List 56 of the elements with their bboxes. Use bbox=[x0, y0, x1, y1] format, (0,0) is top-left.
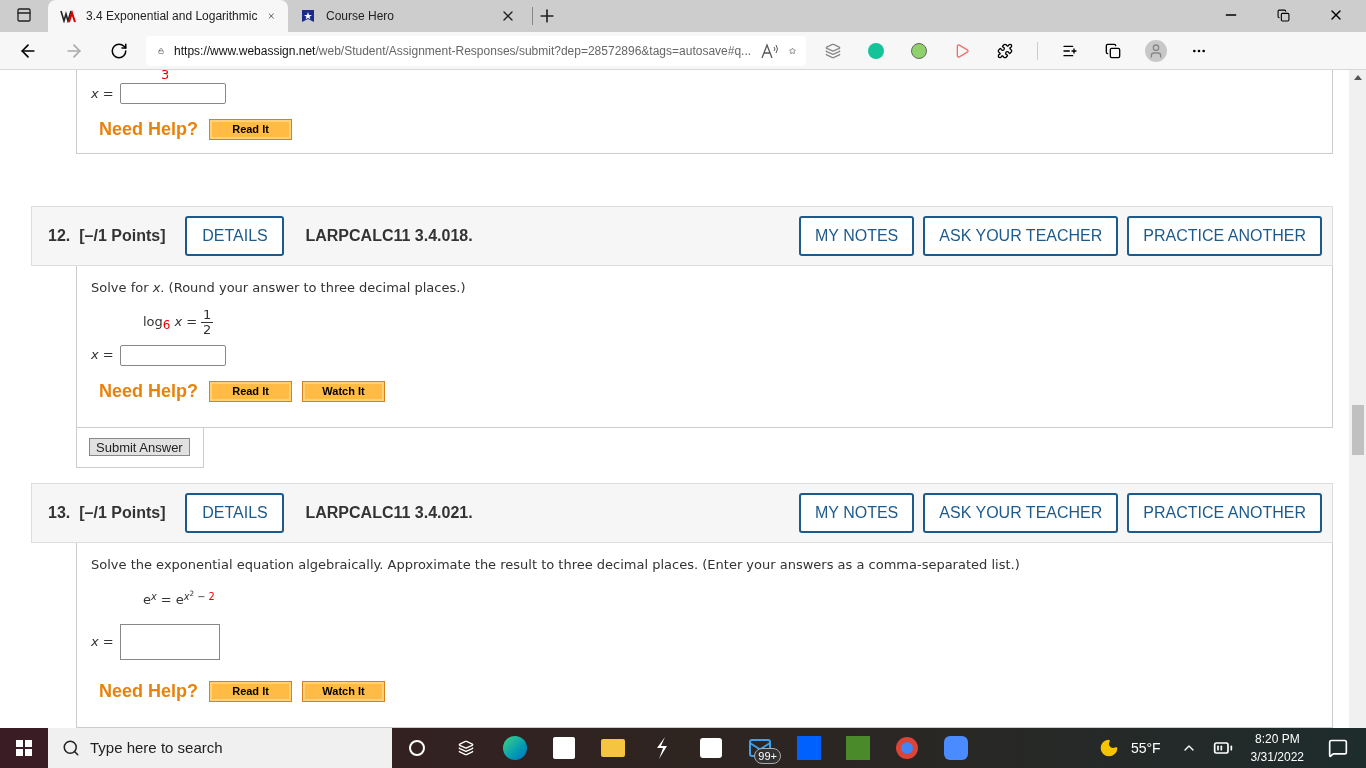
scrollbar[interactable] bbox=[1349, 70, 1366, 728]
question-prompt: Solve for x. (Round your answer to three decimal places.) bbox=[91, 279, 467, 298]
details-button[interactable]: DETAILS bbox=[185, 493, 285, 533]
action-button[interactable]: MY NOTES bbox=[799, 493, 915, 533]
question-number: 13. bbox=[48, 503, 71, 523]
answer-label: x = bbox=[91, 84, 114, 103]
browser-tab[interactable]: Course Hero bbox=[288, 0, 528, 32]
problem-code: LARPCALC11 3.4.021. bbox=[305, 503, 473, 523]
help-button[interactable]: Read It bbox=[209, 119, 293, 140]
help-button[interactable]: Read It bbox=[209, 380, 293, 402]
action-button[interactable]: PRACTICE ANOTHER bbox=[1127, 216, 1322, 257]
question-prompt: Solve the exponential equation algebraically. Approximate the result to three decimal places. (Enter your answers as a comma-separated list.) bbox=[91, 556, 1021, 574]
scrollbar-thumb[interactable] bbox=[1351, 405, 1364, 455]
question-number: 12. bbox=[48, 226, 71, 247]
browser-tab[interactable]: 3.4 Exponential and Logarithmic bbox=[48, 0, 288, 32]
details-button[interactable]: DETAILS bbox=[185, 216, 285, 257]
restore-icon[interactable] bbox=[1277, 8, 1290, 22]
refresh-icon[interactable] bbox=[110, 41, 128, 60]
answer-input[interactable] bbox=[119, 83, 226, 104]
shield-star-icon bbox=[300, 8, 316, 24]
answer-input[interactable] bbox=[119, 624, 220, 660]
tab-title: 3.4 Exponential and Logarithmic bbox=[86, 8, 258, 25]
problem-code: LARPCALC11 3.4.018. bbox=[305, 226, 473, 247]
help-button[interactable]: Watch It bbox=[302, 380, 386, 402]
action-button[interactable]: ASK YOUR TEACHER bbox=[923, 493, 1119, 533]
search-icon bbox=[62, 739, 80, 757]
answer-input[interactable] bbox=[119, 344, 226, 366]
tab-actions-icon[interactable] bbox=[16, 7, 32, 23]
temperature: 55°F bbox=[1130, 738, 1161, 758]
help-button[interactable]: Read It bbox=[209, 681, 293, 702]
clock-time: 8:20 PM bbox=[1254, 731, 1300, 748]
answer-label: x = bbox=[91, 346, 114, 365]
mail-badge: 99+ bbox=[754, 748, 781, 764]
moon-icon bbox=[1098, 738, 1119, 758]
action-button[interactable]: PRACTICE ANOTHER bbox=[1127, 493, 1322, 533]
notifications-icon[interactable] bbox=[1328, 738, 1348, 758]
equation-fragment: 3 bbox=[161, 70, 171, 80]
action-button[interactable]: ASK YOUR TEACHER bbox=[923, 216, 1119, 257]
read-aloud-icon[interactable] bbox=[761, 42, 780, 59]
tab-title: Course Hero bbox=[326, 8, 396, 25]
help-button[interactable]: Watch It bbox=[302, 681, 386, 702]
submit-answer-button[interactable]: Submit Answer bbox=[89, 438, 190, 457]
profile-avatar[interactable] bbox=[1145, 39, 1167, 62]
need-help-label: Need Help? bbox=[99, 118, 199, 141]
action-button[interactable]: MY NOTES bbox=[799, 216, 915, 257]
scroll-up-icon[interactable] bbox=[1353, 75, 1362, 80]
url-text: https://www.webassign.net/web/Student/Assignment-Responses/submit?dep=28572896&tags=autosave#q... bbox=[174, 42, 752, 60]
answer-label: x = bbox=[91, 633, 114, 652]
taskbar-search-field[interactable]: Type here to search bbox=[48, 728, 392, 768]
logo-icon bbox=[60, 8, 76, 24]
address-bar[interactable]: https://www.webassign.net/web/Student/Assignment-Responses/submit?dep=28572896&tags=autosave#q... bbox=[146, 35, 806, 66]
points-label: [–/1 Points] bbox=[79, 226, 166, 247]
clock-date: 3/31/2022 bbox=[1250, 749, 1304, 766]
need-help-label: Need Help? bbox=[99, 379, 199, 403]
points-label: [–/1 Points] bbox=[79, 503, 166, 523]
need-help-label: Need Help? bbox=[99, 680, 199, 703]
